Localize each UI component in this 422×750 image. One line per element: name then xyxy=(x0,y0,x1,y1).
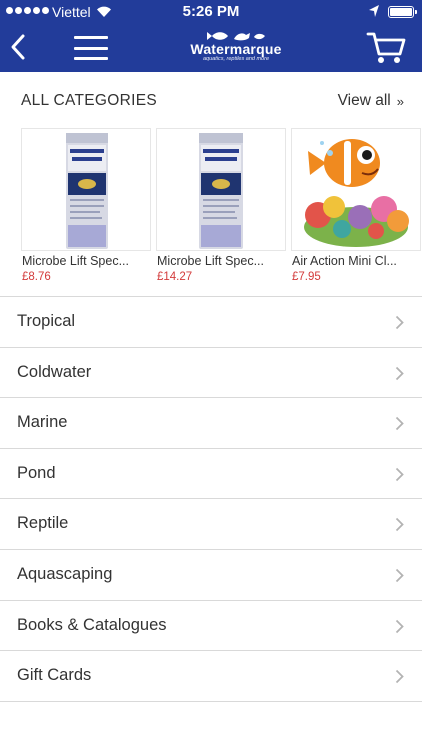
menu-icon[interactable] xyxy=(74,36,108,60)
categories-header: ALL CATEGORIES View all » xyxy=(0,72,422,128)
chevron-right-icon xyxy=(395,568,404,583)
chevron-right-icon xyxy=(395,315,404,330)
brand-tagline: aquatics, reptiles and more xyxy=(202,56,270,62)
double-chevron-right-icon: » xyxy=(396,93,404,109)
category-label: Marine xyxy=(17,413,68,432)
product-price: £14.27 xyxy=(157,271,193,283)
battery-icon xyxy=(388,6,417,18)
category-item-tropical[interactable]: Tropical xyxy=(0,297,422,348)
cart-icon[interactable] xyxy=(366,30,406,66)
category-list: Tropical Coldwater Marine Pond Reptile A… xyxy=(0,296,422,702)
chevron-right-icon xyxy=(395,417,404,431)
product-name: Air Action Mini Cl... xyxy=(292,254,397,268)
back-icon[interactable] xyxy=(8,32,28,62)
category-item-gift-cards[interactable]: Gift Cards xyxy=(0,651,422,702)
product-image xyxy=(21,128,151,251)
product-card[interactable]: Air Action Mini Cl... £7.95 xyxy=(291,128,421,288)
brand-logo[interactable]: Watermarque aquatics, reptiles and more xyxy=(186,30,286,66)
category-label: Books & Catalogues xyxy=(17,615,167,634)
product-name: Microbe Lift Spec... xyxy=(22,254,129,268)
category-label: Coldwater xyxy=(17,362,92,381)
product-image xyxy=(156,128,286,251)
category-item-reptile[interactable]: Reptile xyxy=(0,499,422,550)
section-title: ALL CATEGORIES xyxy=(21,92,157,109)
chevron-right-icon xyxy=(395,467,404,481)
status-time: 5:26 PM xyxy=(182,3,240,20)
product-name: Microbe Lift Spec... xyxy=(157,254,264,268)
chevron-right-icon xyxy=(395,366,404,380)
category-item-marine[interactable]: Marine xyxy=(0,398,422,449)
category-item-books-catalogues[interactable]: Books & Catalogues xyxy=(0,601,422,652)
product-price: £8.76 xyxy=(22,271,51,283)
category-label: Reptile xyxy=(17,514,69,533)
category-item-pond[interactable]: Pond xyxy=(0,449,422,500)
view-all-link[interactable]: View all » xyxy=(337,92,404,110)
category-item-coldwater[interactable]: Coldwater xyxy=(0,348,422,399)
app-header: Viettel 5:26 PM Watermarque aquatics, re… xyxy=(0,0,422,72)
product-card[interactable]: Microbe Lift Spec... £14.27 xyxy=(156,128,286,288)
status-bar: Viettel 5:26 PM xyxy=(0,0,422,24)
product-image xyxy=(291,128,421,251)
location-arrow-icon xyxy=(369,5,379,17)
chevron-right-icon xyxy=(395,518,404,532)
product-price: £7.95 xyxy=(292,271,321,283)
category-label: Tropical xyxy=(17,312,76,330)
category-label: Gift Cards xyxy=(17,666,92,685)
chevron-right-icon xyxy=(395,670,404,684)
category-label: Aquascaping xyxy=(17,564,113,583)
category-item-aquascaping[interactable]: Aquascaping xyxy=(0,550,422,601)
chevron-right-icon xyxy=(395,619,404,633)
category-label: Pond xyxy=(17,463,56,482)
view-all-label: View all xyxy=(337,92,391,109)
brand-name: Watermarque xyxy=(190,41,282,57)
product-carousel: Microbe Lift Spec... £8.76 Microbe Lift … xyxy=(0,128,422,296)
product-card[interactable]: Microbe Lift Spec... £8.76 xyxy=(21,128,151,288)
